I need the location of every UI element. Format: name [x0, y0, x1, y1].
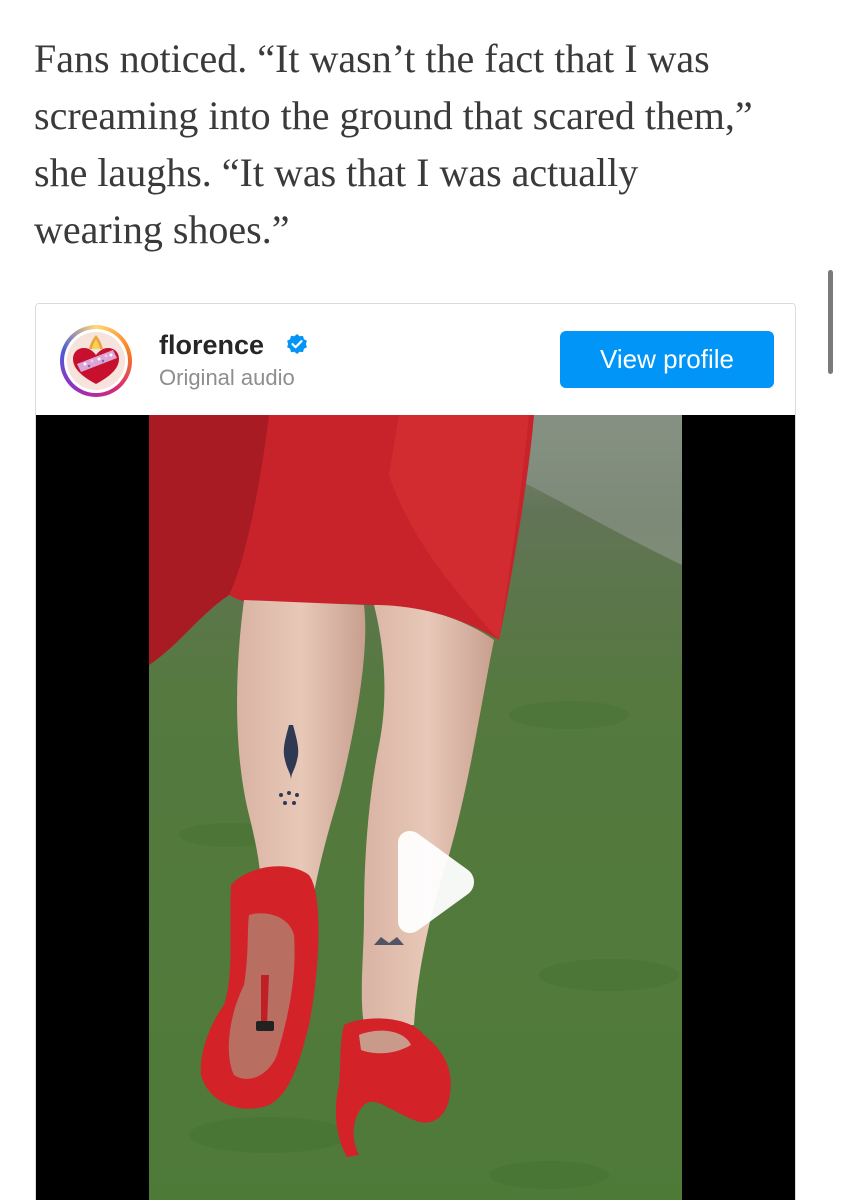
- verified-badge-icon: [287, 334, 307, 354]
- article-line: screaming into the ground that scared th…: [34, 93, 753, 138]
- original-audio-link[interactable]: Original audio: [159, 364, 295, 392]
- view-profile-button[interactable]: View profile: [560, 331, 774, 388]
- avatar-story-ring[interactable]: [60, 325, 132, 397]
- article-line: she laughs. “It was that I was actually: [34, 150, 639, 195]
- video-still-image: [149, 415, 682, 1200]
- avatar: [67, 332, 125, 390]
- scrollbar[interactable]: [828, 270, 833, 374]
- video-player[interactable]: [36, 415, 795, 1200]
- avatar-border: [64, 329, 128, 393]
- embed-header: florence Original audio View profile: [36, 304, 795, 415]
- article-line: Fans noticed. “It wasn’t the fact that I…: [34, 36, 710, 81]
- sacred-heart-icon: [67, 332, 125, 390]
- video-frame[interactable]: [149, 415, 682, 1200]
- username[interactable]: florence: [159, 328, 264, 362]
- article-line: wearing shoes.”: [34, 207, 290, 252]
- instagram-embed: florence Original audio View profile: [35, 303, 796, 1200]
- play-icon[interactable]: [356, 815, 496, 955]
- article-paragraph: Fans noticed. “It wasn’t the fact that I…: [34, 30, 814, 258]
